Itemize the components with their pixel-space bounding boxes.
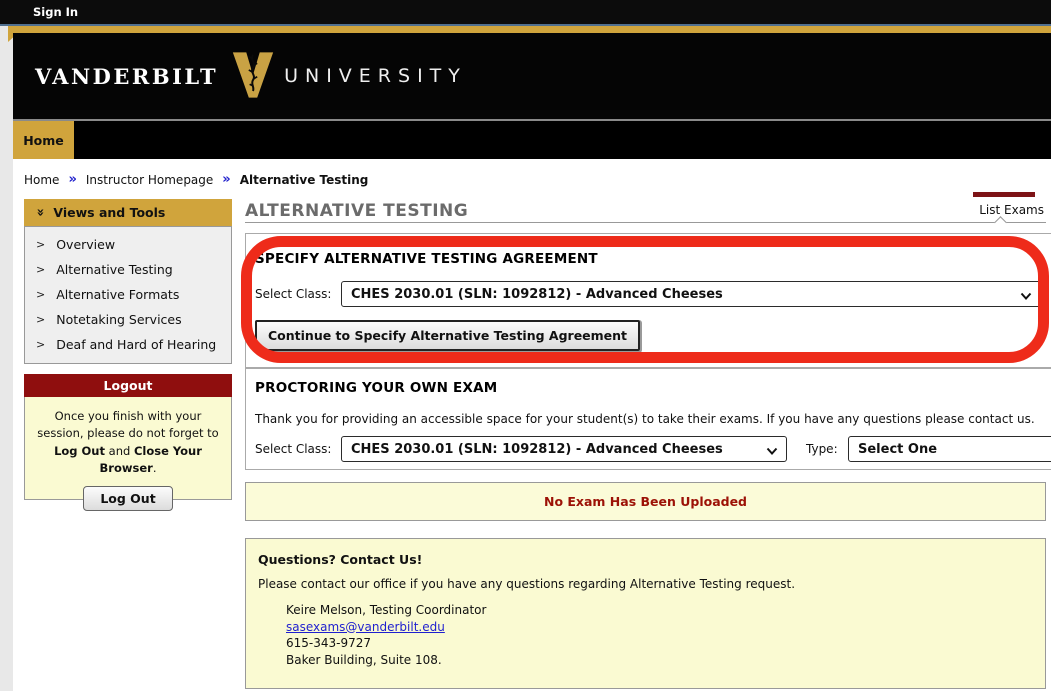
chevron-right-icon: > <box>36 288 45 301</box>
no-exam-banner-text: No Exam Has Been Uploaded <box>544 494 747 509</box>
breadcrumb-separator-icon: » <box>68 172 76 187</box>
sidebar-item-notetaking-services[interactable]: > Notetaking Services <box>25 307 231 332</box>
breadcrumb-current-page: Alternative Testing <box>240 173 369 187</box>
chevron-down-icon <box>1020 290 1032 305</box>
sidebar-item-label: Alternative Formats <box>56 287 179 302</box>
logout-text: and <box>105 444 134 458</box>
specify-section-heading: SPECIFY ALTERNATIVE TESTING AGREEMENT <box>255 251 598 267</box>
logout-panel: Once you finish with your session, pleas… <box>24 397 232 500</box>
proctoring-class-select-value: CHES 2030.01 (SLN: 1092812) - Advanced C… <box>351 442 723 457</box>
continue-specify-agreement-button[interactable]: Continue to Specify Alternative Testing … <box>255 320 640 351</box>
contact-phone: 615-343-9727 <box>286 635 486 652</box>
chevron-right-icon: > <box>36 338 45 351</box>
chevron-down-icon <box>766 445 778 460</box>
sidebar-item-label: Alternative Testing <box>56 262 173 277</box>
sidebar-item-deaf-hard-of-hearing[interactable]: > Deaf and Hard of Hearing <box>25 332 231 357</box>
log-out-button[interactable]: Log Out <box>83 486 172 511</box>
logout-panel-header: Logout <box>24 374 232 397</box>
proctoring-description: Thank you for providing an accessible sp… <box>255 412 1035 426</box>
logout-text: Once you finish with your session, pleas… <box>37 409 218 440</box>
alternative-testing-page: Sign In VANDERBILT UNIVERSITY Home Home … <box>0 0 1051 691</box>
nav-tab-home[interactable]: Home <box>13 121 76 159</box>
sidebar-item-alternative-formats[interactable]: > Alternative Formats <box>25 282 231 307</box>
proctoring-section: PROCTORING YOUR OWN EXAM Thank you for p… <box>245 368 1051 470</box>
double-chevron-down-icon: » <box>33 208 48 216</box>
vanderbilt-v-icon <box>232 52 274 101</box>
gold-strip <box>8 26 1051 33</box>
proctoring-section-heading: PROCTORING YOUR OWN EXAM <box>255 380 497 396</box>
contact-heading: Questions? Contact Us! <box>258 552 422 567</box>
views-and-tools-label: Views and Tools <box>53 205 165 220</box>
logout-text-bold: Log Out <box>54 444 105 458</box>
proctoring-type-select-value: Select One <box>858 442 937 457</box>
vanderbilt-wordmark: VANDERBILT <box>35 64 218 89</box>
sidebar-item-label: Notetaking Services <box>56 312 181 327</box>
no-exam-banner: No Exam Has Been Uploaded <box>245 482 1046 521</box>
select-class-label: Select Class: <box>255 287 331 301</box>
views-and-tools-header[interactable]: » Views and Tools <box>24 199 232 226</box>
list-exams-link[interactable]: List Exams <box>979 203 1044 217</box>
chevron-right-icon: > <box>36 313 45 326</box>
list-exams-active-bar <box>973 192 1035 197</box>
proctoring-class-select[interactable]: CHES 2030.01 (SLN: 1092812) - Advanced C… <box>341 436 787 462</box>
sidebar-item-label: Overview <box>56 237 115 252</box>
breadcrumb: Home » Instructor Homepage » Alternative… <box>24 172 368 187</box>
contact-description: Please contact our office if you have an… <box>258 577 795 591</box>
chevron-right-icon: > <box>36 238 45 251</box>
views-and-tools-list: > Overview > Alternative Testing > Alter… <box>24 226 232 364</box>
vanderbilt-logo[interactable]: VANDERBILT UNIVERSITY <box>35 52 467 101</box>
main-navbar: Home <box>13 121 1051 159</box>
contact-address: Baker Building, Suite 108. <box>286 652 486 669</box>
sidebar-item-alternative-testing[interactable]: > Alternative Testing <box>25 257 231 282</box>
breadcrumb-instructor-homepage[interactable]: Instructor Homepage <box>86 173 213 187</box>
chevron-right-icon: > <box>36 263 45 276</box>
proctoring-type-select[interactable]: Select One <box>848 436 1051 462</box>
title-divider <box>245 222 1046 223</box>
sign-in-bar: Sign In <box>0 0 1051 24</box>
contact-details: Keire Melson, Testing Coordinator sasexa… <box>286 602 486 668</box>
select-class-label: Select Class: <box>255 442 331 456</box>
university-wordmark: UNIVERSITY <box>284 65 467 87</box>
specify-agreement-section: SPECIFY ALTERNATIVE TESTING AGREEMENT Se… <box>245 233 1051 368</box>
breadcrumb-home[interactable]: Home <box>24 173 59 187</box>
contact-name: Keire Melson, Testing Coordinator <box>286 602 486 619</box>
type-label: Type: <box>806 442 838 456</box>
breadcrumb-separator-icon: » <box>222 172 230 187</box>
contact-email-link[interactable]: sasexams@vanderbilt.edu <box>286 620 445 634</box>
logout-text: . <box>153 461 157 475</box>
sidebar-item-overview[interactable]: > Overview <box>25 232 231 257</box>
sign-in-link[interactable]: Sign In <box>33 0 78 24</box>
specify-class-select[interactable]: CHES 2030.01 (SLN: 1092812) - Advanced C… <box>341 281 1041 307</box>
page-title: ALTERNATIVE TESTING <box>245 201 468 221</box>
masthead: VANDERBILT UNIVERSITY <box>13 33 1051 119</box>
contact-panel: Questions? Contact Us! Please contact ou… <box>245 538 1046 689</box>
sidebar-item-label: Deaf and Hard of Hearing <box>56 337 216 352</box>
specify-class-select-value: CHES 2030.01 (SLN: 1092812) - Advanced C… <box>351 287 723 302</box>
